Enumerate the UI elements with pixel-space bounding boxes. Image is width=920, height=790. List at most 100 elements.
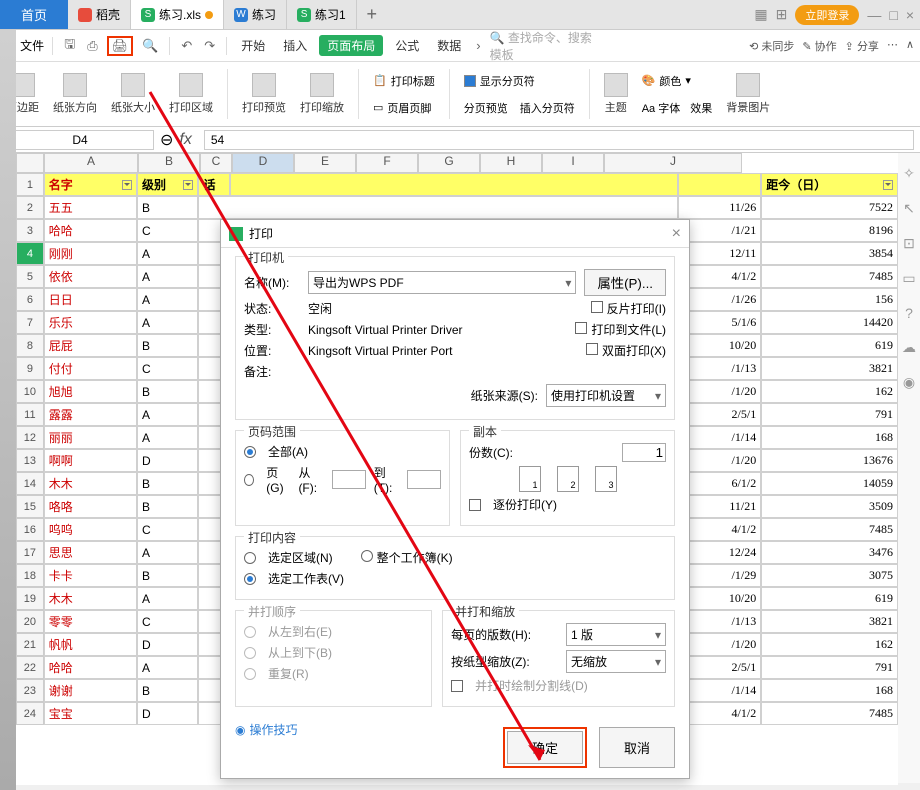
cell[interactable]: B	[137, 495, 199, 518]
doc-tab[interactable]: W练习	[224, 0, 287, 29]
perpage-select[interactable]: 1 版▾	[566, 623, 666, 646]
printarea-button[interactable]: 打印区域	[169, 73, 213, 115]
row-header[interactable]: 4	[16, 242, 44, 265]
row-header[interactable]: 18	[16, 564, 44, 587]
printpreview-button[interactable]: 打印预览	[242, 73, 286, 115]
cell[interactable]: 零零	[44, 610, 137, 633]
cell[interactable]: 4/1/2	[678, 265, 761, 288]
row-header[interactable]: 15	[16, 495, 44, 518]
sel-sheet-radio[interactable]	[244, 573, 256, 585]
cell[interactable]: 哈哈	[44, 656, 137, 679]
ok-button[interactable]: 确定	[507, 731, 583, 764]
col-header[interactable]: F	[356, 153, 418, 173]
cell[interactable]: 5/1/6	[678, 311, 761, 334]
cell[interactable]: 8196	[761, 219, 898, 242]
cell[interactable]: 14059	[761, 472, 898, 495]
row-header[interactable]: 10	[16, 380, 44, 403]
row-header[interactable]: 9	[16, 357, 44, 380]
close-icon[interactable]: ×	[906, 7, 914, 23]
cell[interactable]: 付付	[44, 357, 137, 380]
file-menu[interactable]: 文件	[20, 37, 44, 54]
select-all-corner[interactable]	[16, 153, 44, 173]
filter-icon[interactable]	[122, 180, 132, 190]
cell[interactable]: /1/20	[678, 449, 761, 472]
cell[interactable]: A	[137, 288, 199, 311]
cursor-icon[interactable]: ↖	[903, 200, 915, 217]
printscale-button[interactable]: 打印缩放	[300, 73, 344, 115]
cell[interactable]: D	[137, 449, 199, 472]
cell[interactable]: 屁屁	[44, 334, 137, 357]
col-header[interactable]: B	[138, 153, 200, 173]
cell[interactable]: /1/21	[678, 219, 761, 242]
cell[interactable]: 162	[761, 380, 898, 403]
printer-select[interactable]: 导出为WPS PDF▾	[308, 271, 576, 294]
cell[interactable]: 162	[761, 633, 898, 656]
xls-tab[interactable]: S练习.xls	[131, 0, 224, 29]
add-tab-button[interactable]: +	[357, 0, 387, 29]
cell[interactable]: A	[137, 656, 199, 679]
cell[interactable]: 619	[761, 334, 898, 357]
cell[interactable]: B	[137, 334, 199, 357]
cell[interactable]: 4/1/2	[678, 702, 761, 725]
menu-pagelayout[interactable]: 页面布局	[319, 35, 383, 56]
cell[interactable]: 7485	[761, 518, 898, 541]
cell[interactable]: /1/20	[678, 633, 761, 656]
header-cell[interactable]: 名字	[44, 173, 137, 196]
cell[interactable]: 3821	[761, 610, 898, 633]
effects-button[interactable]: 效果	[690, 100, 712, 116]
cell[interactable]: 谢谢	[44, 679, 137, 702]
cell[interactable]: D	[137, 633, 199, 656]
cell[interactable]: 旭旭	[44, 380, 137, 403]
command-search[interactable]: 🔍 查找命令、搜索模板	[490, 29, 600, 63]
cell[interactable]: 7485	[761, 702, 898, 725]
bgimage-button[interactable]: 背景图片	[726, 73, 770, 115]
filter-icon[interactable]	[883, 180, 893, 190]
home-tab[interactable]: 首页	[0, 0, 68, 29]
fx-icon[interactable]: fx	[173, 131, 197, 149]
col-header[interactable]: E	[294, 153, 356, 173]
row-header[interactable]: 11	[16, 403, 44, 426]
cell[interactable]: 791	[761, 656, 898, 679]
row-header[interactable]: 3	[16, 219, 44, 242]
cell[interactable]: 619	[761, 587, 898, 610]
cell[interactable]: 3821	[761, 357, 898, 380]
cell[interactable]: /1/14	[678, 426, 761, 449]
cell[interactable]: /1/13	[678, 357, 761, 380]
dialog-titlebar[interactable]: 打印 ×	[221, 220, 689, 248]
row-header[interactable]: 21	[16, 633, 44, 656]
save-icon[interactable]: 🖫	[61, 35, 78, 57]
redo-icon[interactable]: ↷	[201, 38, 218, 54]
pagebreak-preview[interactable]: 分页预览	[464, 100, 508, 116]
col-header[interactable]: D	[232, 153, 294, 173]
menu-start[interactable]: 开始	[235, 37, 271, 54]
duplex-checkbox[interactable]	[586, 343, 598, 355]
print-titles[interactable]: 📋 打印标题	[373, 69, 435, 92]
header-cell[interactable]: 级别	[137, 173, 199, 196]
cell[interactable]: C	[137, 219, 199, 242]
cell[interactable]: 宝宝	[44, 702, 137, 725]
row-header[interactable]: 20	[16, 610, 44, 633]
reverse-checkbox[interactable]	[591, 301, 603, 313]
cell[interactable]: C	[137, 610, 199, 633]
name-box[interactable]	[6, 130, 154, 150]
cell[interactable]: 168	[761, 426, 898, 449]
range-all-radio[interactable]	[244, 446, 256, 458]
more-menu-icon[interactable]: ›	[473, 38, 483, 53]
fonts-button[interactable]: Aa 字体	[642, 100, 681, 116]
share-link[interactable]: ⇪ 分享	[845, 38, 879, 54]
cell[interactable]: 12/24	[678, 541, 761, 564]
cell[interactable]: A	[137, 403, 199, 426]
cell[interactable]: 7522	[761, 196, 898, 219]
apps-icon[interactable]: ⊞	[776, 6, 788, 23]
row-header[interactable]: 19	[16, 587, 44, 610]
header-cell[interactable]: 距今（日）	[761, 173, 898, 196]
cell[interactable]: B	[137, 679, 199, 702]
cell[interactable]: /1/20	[678, 380, 761, 403]
collab-link[interactable]: ✎ 协作	[802, 38, 836, 54]
cell[interactable]: 4/1/2	[678, 518, 761, 541]
cell[interactable]: 156	[761, 288, 898, 311]
cell[interactable]: B	[137, 380, 199, 403]
maximize-icon[interactable]: □	[889, 7, 897, 23]
cell[interactable]: A	[137, 541, 199, 564]
cell[interactable]: B	[137, 564, 199, 587]
